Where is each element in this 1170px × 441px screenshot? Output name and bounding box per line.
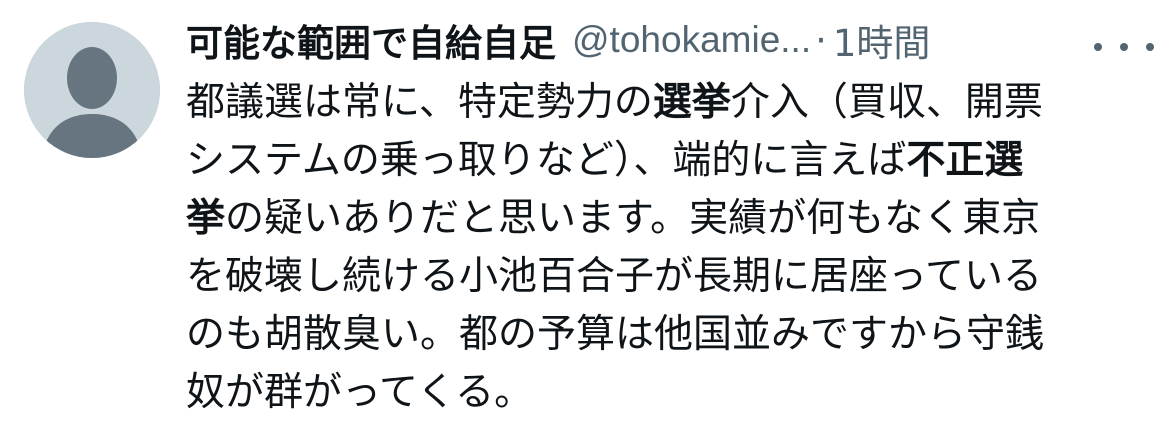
tweet-text-segment: の疑いありだと思います。実績が何もなく東京 xyxy=(225,196,1041,241)
separator-dot: · xyxy=(815,18,827,62)
author-display-name[interactable]: 可能な範囲で自給自足 xyxy=(186,13,556,67)
highlighted-term: 選挙 xyxy=(652,80,731,125)
tweet-content: 可能な範囲で自給自足 @tohokamie... · 1時間 都議選は常に、特定… xyxy=(186,10,1154,422)
tweet-text-segment: 奴が群がってくる。 xyxy=(186,370,534,415)
more-options-button[interactable] xyxy=(1094,32,1154,62)
tweet-text-segment: システムの乗っ取りなど）、端的に言えば xyxy=(186,138,907,183)
tweet[interactable]: 可能な範囲で自給自足 @tohokamie... · 1時間 都議選は常に、特定… xyxy=(0,0,1170,441)
tweet-header: 可能な範囲で自給自足 @tohokamie... · 1時間 xyxy=(186,10,1146,70)
tweet-text-line: 挙の疑いありだと思います。実績が何もなく東京 xyxy=(186,190,1146,248)
highlighted-term: 挙 xyxy=(186,196,226,241)
highlighted-term: 不正選 xyxy=(906,138,1024,183)
avatar[interactable] xyxy=(24,22,160,158)
more-horizontal-icon xyxy=(1094,43,1102,51)
tweet-text-segment: のも胡散臭い。都の予算は他国並みですから守銭 xyxy=(186,312,1045,357)
default-user-icon xyxy=(24,22,160,158)
tweet-timestamp[interactable]: 1時間 xyxy=(833,13,931,67)
tweet-text-line: のも胡散臭い。都の予算は他国並みですから守銭 xyxy=(186,306,1146,364)
tweet-text-segment: 介入（買収、開票 xyxy=(730,80,1043,125)
tweet-text-segment: 都議選は常に、特定勢力の xyxy=(186,80,653,125)
author-handle[interactable]: @tohokamie... xyxy=(572,19,811,61)
tweet-text-segment: を破壊し続ける小池百合子が長期に居座っている xyxy=(186,254,1043,299)
more-horizontal-icon xyxy=(1146,43,1154,51)
tweet-text-line: を破壊し続ける小池百合子が長期に居座っている xyxy=(186,248,1146,306)
tweet-text: 都議選は常に、特定勢力の選挙介入（買収、開票 システムの乗っ取りなど）、端的に言え… xyxy=(186,74,1146,422)
tweet-text-line: 奴が群がってくる。 xyxy=(186,364,1146,422)
tweet-text-line: 都議選は常に、特定勢力の選挙介入（買収、開票 xyxy=(186,74,1146,132)
tweet-text-line: システムの乗っ取りなど）、端的に言えば不正選 xyxy=(186,132,1146,190)
more-horizontal-icon xyxy=(1120,43,1128,51)
